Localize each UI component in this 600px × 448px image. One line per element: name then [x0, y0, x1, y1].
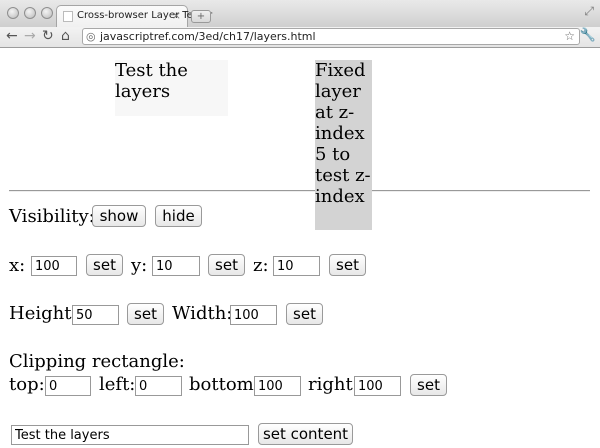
- fullscreen-icon[interactable]: ⤢: [584, 4, 594, 19]
- visibility-label: Visibility:: [9, 206, 95, 227]
- minimize-window-button[interactable]: [24, 7, 36, 19]
- tab-close-icon[interactable]: ×: [172, 9, 181, 22]
- y-input[interactable]: [152, 256, 200, 276]
- wrench-icon[interactable]: 🔧: [580, 28, 596, 43]
- set-clip-button[interactable]: set: [410, 374, 447, 396]
- show-button[interactable]: show: [92, 205, 146, 227]
- horizontal-rule: [9, 190, 590, 192]
- address-bar[interactable]: ◎ javascriptref.com/3ed/ch17/layers.html…: [82, 28, 580, 45]
- width-label: Width:: [172, 303, 233, 324]
- height-input[interactable]: [72, 305, 119, 325]
- height-label: Height:: [9, 303, 78, 324]
- clipping-rectangle-label: Clipping rectangle:: [9, 351, 185, 372]
- hide-button[interactable]: hide: [155, 205, 202, 227]
- home-icon[interactable]: ⌂: [61, 28, 70, 44]
- test-layer: Test the layers: [115, 60, 228, 116]
- window-titlebar: Cross-browser Layer Tester × + ⤢: [0, 0, 600, 28]
- fixed-layer: Fixed layer at z-index 5 to test z-index: [315, 60, 372, 230]
- clip-bottom-input[interactable]: [254, 376, 301, 396]
- back-arrow-icon[interactable]: ←: [6, 28, 18, 44]
- width-input[interactable]: [230, 305, 277, 325]
- x-input[interactable]: [31, 256, 77, 276]
- globe-icon: ◎: [86, 30, 96, 43]
- browser-tab[interactable]: Cross-browser Layer Tester ×: [56, 5, 212, 27]
- set-z-button[interactable]: set: [329, 254, 366, 276]
- clip-left-label: left:: [99, 374, 136, 395]
- browser-toolbar: ← → ↻ ⌂ ◎ javascriptref.com/3ed/ch17/lay…: [0, 27, 600, 48]
- set-y-button[interactable]: set: [208, 254, 245, 276]
- y-label: y:: [131, 255, 148, 276]
- forward-arrow-icon[interactable]: →: [24, 28, 36, 44]
- close-window-button[interactable]: [7, 7, 19, 19]
- page-favicon-icon: [63, 11, 73, 22]
- set-width-button[interactable]: set: [286, 303, 323, 325]
- clip-right-input[interactable]: [354, 376, 401, 396]
- clip-top-label: top:: [9, 374, 45, 395]
- z-label: z:: [253, 255, 269, 276]
- x-label: x:: [9, 255, 26, 276]
- url-text[interactable]: javascriptref.com/3ed/ch17/layers.html: [100, 30, 316, 43]
- clip-top-input[interactable]: [45, 376, 91, 396]
- set-x-button[interactable]: set: [86, 254, 123, 276]
- set-height-button[interactable]: set: [127, 303, 164, 325]
- layer-content-input[interactable]: [11, 425, 249, 445]
- zoom-window-button[interactable]: [41, 7, 53, 19]
- clip-left-input[interactable]: [135, 376, 182, 396]
- clip-bottom-label: bottom:: [189, 374, 260, 395]
- reload-icon[interactable]: ↻: [42, 28, 54, 44]
- new-tab-button[interactable]: +: [191, 10, 211, 23]
- bookmark-star-icon[interactable]: ☆: [564, 29, 575, 43]
- z-input[interactable]: [273, 256, 320, 276]
- set-content-button[interactable]: set content: [258, 423, 353, 445]
- clip-right-label: right:: [308, 374, 359, 395]
